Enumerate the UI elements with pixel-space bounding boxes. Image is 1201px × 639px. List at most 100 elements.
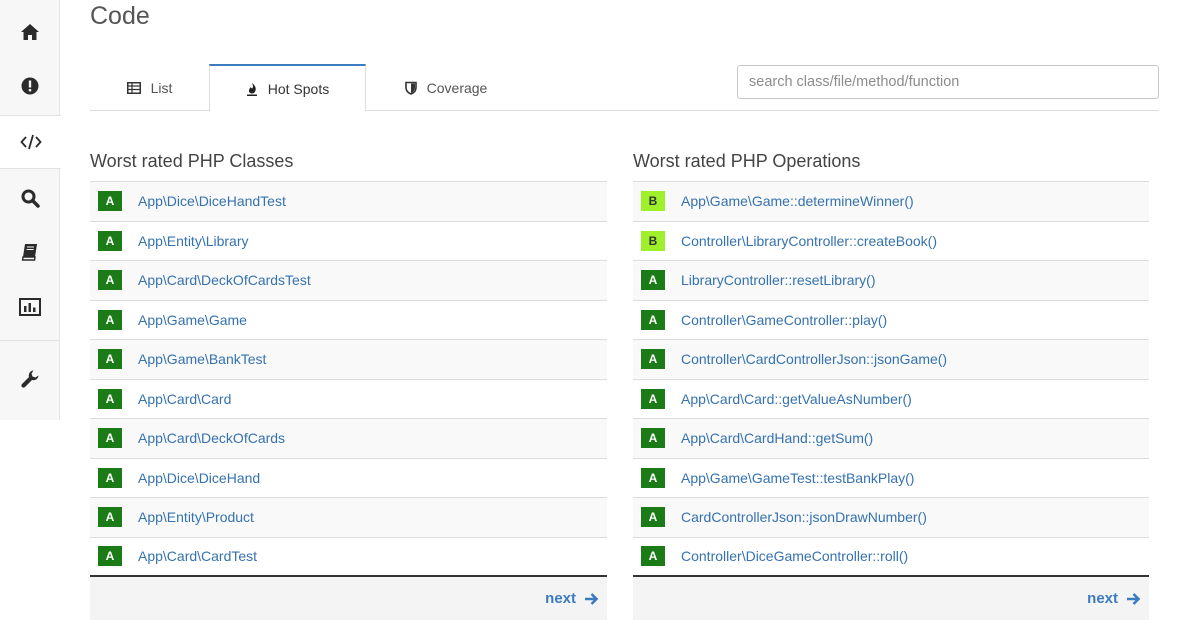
grade-badge: A [98, 467, 122, 488]
next-label: next [1087, 590, 1118, 607]
list-item: A App\Card\DeckOfCardsTest [90, 261, 607, 301]
item-link[interactable]: App\Card\Card [138, 391, 231, 407]
grade-badge: A [641, 388, 665, 409]
arrow-right-icon [1127, 592, 1141, 605]
grade-badge: B [641, 191, 665, 212]
list-item: A App\Entity\Library [90, 221, 607, 261]
list-item: A App\Game\GameTest::testBankPlay() [633, 458, 1149, 498]
grade-badge: A [641, 309, 665, 330]
sidebar-item-home[interactable] [0, 5, 60, 59]
list-item: A App\Card\CardHand::getSum() [633, 419, 1149, 459]
list-item: A App\Card\Card::getValueAsNumber() [633, 379, 1149, 419]
sidebar-item-settings[interactable] [0, 352, 60, 406]
list-item: B Controller\LibraryController::createBoo… [633, 221, 1149, 261]
sidebar-divider [0, 340, 60, 341]
item-link[interactable]: LibraryController::resetLibrary() [681, 272, 876, 288]
list-item: A Controller\CardControllerJson::jsonGame… [633, 340, 1149, 380]
grade-badge: A [98, 507, 122, 528]
grade-badge: A [641, 349, 665, 370]
sidebar-item-metrics[interactable] [0, 280, 60, 334]
list-item: A App\Card\DeckOfCards [90, 419, 607, 459]
grade-badge: A [641, 546, 665, 567]
item-link[interactable]: App\Game\Game::determineWinner() [681, 193, 914, 209]
list-item: B App\Game\Game::determineWinner() [633, 182, 1149, 222]
item-link[interactable]: App\Card\Card::getValueAsNumber() [681, 391, 912, 407]
tab-hot-spots-label: Hot Spots [267, 80, 330, 97]
tab-coverage[interactable]: Coverage [366, 64, 526, 111]
item-link[interactable]: App\Card\DeckOfCardsTest [138, 272, 311, 288]
item-link[interactable]: App\Game\BankTest [138, 351, 266, 367]
table-icon [126, 81, 141, 94]
tab-hot-spots[interactable]: Hot Spots [209, 64, 366, 112]
list-item: A App\Card\Card [90, 379, 607, 419]
fire-icon [246, 82, 258, 96]
worst-operations-list: B App\Game\Game::determineWinner() B Contro… [633, 181, 1149, 577]
next-button[interactable]: next [545, 590, 599, 607]
shield-icon [404, 81, 417, 95]
item-link[interactable]: App\Card\DeckOfCards [138, 430, 285, 446]
list-item: A App\Dice\DiceHandTest [90, 182, 607, 222]
panel-title: Worst rated PHP Classes [90, 151, 294, 171]
book-icon [21, 244, 37, 261]
item-link[interactable]: App\Entity\Product [138, 509, 254, 525]
grade-badge: A [98, 230, 122, 251]
next-button[interactable]: next [1087, 590, 1141, 607]
item-link[interactable]: App\Card\CardTest [138, 548, 257, 564]
grade-badge: A [98, 428, 122, 449]
list-item: A App\Game\Game [90, 300, 607, 340]
grade-badge: A [641, 507, 665, 528]
item-link[interactable]: CardControllerJson::jsonDrawNumber() [681, 509, 927, 525]
exclamation-circle-icon [21, 77, 39, 95]
worst-operations-panel: Worst rated PHP Operations B App\Game\Gam… [633, 148, 1149, 620]
sidebar [0, 0, 61, 420]
worst-classes-panel: Worst rated PHP Classes A App\Dice\DiceHa… [90, 148, 607, 620]
tab-list-label: List [150, 79, 173, 96]
tab-list[interactable]: List [90, 64, 209, 111]
item-link[interactable]: Controller\LibraryController::createBook… [681, 233, 937, 249]
grade-badge: A [641, 467, 665, 488]
grade-badge: A [98, 349, 122, 370]
grade-badge: A [641, 270, 665, 291]
list-item: A Controller\GameController::play() [633, 300, 1149, 340]
sidebar-item-issues[interactable] [0, 59, 60, 113]
grade-badge: A [98, 388, 122, 409]
grade-badge: B [641, 230, 665, 251]
item-link[interactable]: App\Dice\DiceHand [138, 470, 260, 486]
grade-badge: A [98, 309, 122, 330]
list-item: A App\Game\BankTest [90, 340, 607, 380]
bar-chart-icon [19, 298, 41, 316]
list-item: A CardControllerJson::jsonDrawNumber() [633, 498, 1149, 538]
item-link[interactable]: Controller\GameController::play() [681, 312, 887, 328]
item-link[interactable]: App\Game\Game [138, 312, 247, 328]
home-icon [21, 24, 39, 40]
grade-badge: A [641, 428, 665, 449]
wrench-icon [21, 370, 39, 388]
grade-badge: A [98, 270, 122, 291]
tab-coverage-label: Coverage [426, 79, 488, 96]
item-link[interactable]: App\Card\CardHand::getSum() [681, 430, 873, 446]
item-link[interactable]: App\Game\GameTest::testBankPlay() [681, 470, 914, 486]
list-item: A App\Entity\Product [90, 498, 607, 538]
list-item: A App\Card\CardTest [90, 537, 607, 577]
grade-badge: A [98, 191, 122, 212]
grade-badge: A [98, 546, 122, 567]
code-icon [19, 134, 42, 150]
list-item: A App\Dice\DiceHand [90, 458, 607, 498]
sidebar-item-docs[interactable] [0, 225, 60, 279]
sidebar-item-code[interactable] [0, 115, 61, 169]
item-link[interactable]: Controller\CardControllerJson::jsonGame(… [681, 351, 947, 367]
list-item: A LibraryController::resetLibrary() [633, 261, 1149, 301]
arrow-right-icon [585, 592, 599, 605]
panel-title: Worst rated PHP Operations [633, 151, 861, 171]
panel-footer: next [90, 577, 607, 620]
search-input[interactable] [737, 65, 1159, 99]
item-link[interactable]: App\Entity\Library [138, 233, 249, 249]
page-title: Code [90, 2, 150, 30]
search-icon [21, 189, 40, 208]
item-link[interactable]: App\Dice\DiceHandTest [138, 193, 286, 209]
list-item: A Controller\DiceGameController::roll() [633, 537, 1149, 577]
item-link[interactable]: Controller\DiceGameController::roll() [681, 548, 908, 564]
sidebar-item-search[interactable] [0, 171, 60, 225]
worst-classes-list: A App\Dice\DiceHandTest A App\Entity\Librar… [90, 181, 607, 577]
panel-footer: next [633, 577, 1149, 620]
